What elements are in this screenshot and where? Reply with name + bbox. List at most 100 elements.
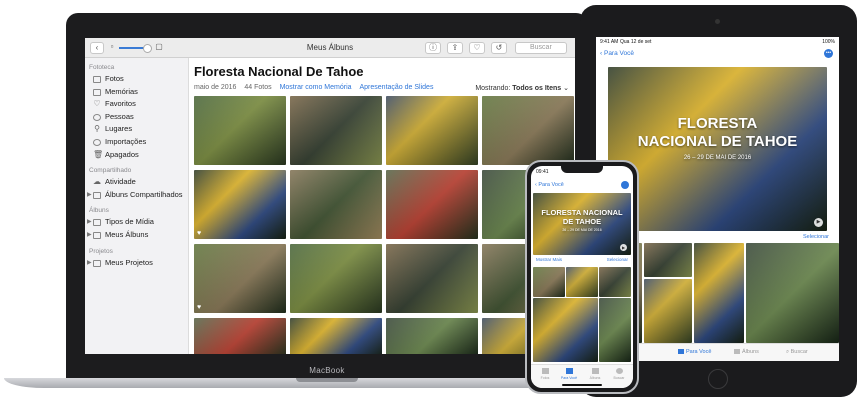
tab-buscar[interactable]: ⌕ Buscar — [786, 349, 808, 356]
tab-fotos[interactable]: Fotos — [535, 368, 555, 380]
memories-icon — [93, 88, 101, 96]
rotate-button[interactable]: ↺ — [491, 42, 507, 54]
photo-thumbnail[interactable] — [599, 267, 631, 297]
showing-value: Todos os Itens — [512, 85, 562, 92]
photo-thumbnail[interactable] — [386, 170, 478, 239]
sidebar-item-pessoas[interactable]: Pessoas — [85, 111, 188, 124]
ipad-status-bar: 9:41 AM Qua 12 de set 100% — [596, 37, 839, 46]
sidebar-item-label: Meus Álbuns — [105, 229, 149, 239]
people-icon — [93, 113, 101, 121]
back-button[interactable]: ‹ Para Você — [535, 182, 564, 188]
photo-thumbnail[interactable] — [194, 318, 286, 354]
photo-thumbnail[interactable] — [566, 267, 598, 297]
memory-hero-photo[interactable]: FLORESTA NACIONAL DE TAHOE 26 – 29 DE MA… — [533, 193, 631, 255]
photo-thumbnail[interactable] — [290, 170, 382, 239]
photo-thumbnail[interactable] — [694, 243, 744, 343]
photo-thumbnail[interactable] — [290, 244, 382, 313]
sidebar-item-label: Tipos de Mídia — [105, 217, 154, 227]
hero-dates: 26 – 29 DE MAI DE 2016 — [683, 155, 752, 161]
folder-icon — [93, 259, 101, 267]
share-button[interactable]: ⇪ — [447, 42, 463, 54]
device-showcase: MacBook ‹ ▫ ▢ Meus Álbuns ⓘ ⇪ ♡ ↺ Buscar… — [0, 0, 860, 402]
tab-albuns[interactable]: Álbuns — [734, 349, 759, 355]
disclosure-triangle-icon[interactable]: ▶ — [87, 189, 92, 202]
photos-icon — [93, 76, 101, 83]
photo-thumbnail[interactable]: ♥ — [194, 170, 286, 239]
disclosure-triangle-icon[interactable]: ▶ — [87, 257, 92, 270]
more-button[interactable] — [621, 181, 629, 189]
show-more-link[interactable]: Mostrar Mais — [536, 257, 562, 262]
back-label: Para Você — [538, 182, 564, 188]
select-button[interactable]: Selecionar — [607, 257, 628, 262]
disclosure-triangle-icon[interactable]: ▶ — [87, 216, 92, 229]
memory-hero-photo[interactable]: FLORESTA NACIONAL DE TAHOE 26 – 29 DE MA… — [608, 67, 827, 231]
sidebar-item-favoritos[interactable]: ♡ Favoritos — [85, 98, 188, 111]
sidebar-section-title: Compartilhado — [89, 167, 132, 175]
sidebar-item-albuns-compartilhados[interactable]: ▶ Álbuns Compartilhados — [85, 189, 188, 202]
back-button[interactable]: ‹ Para Você — [600, 50, 634, 57]
folder-icon — [93, 219, 101, 227]
tab-para-voce[interactable]: Para Você — [559, 368, 579, 380]
sidebar-item-label: Apagados — [105, 149, 139, 159]
sidebar-item-meus-projetos[interactable]: ▶ Meus Projetos — [85, 257, 188, 270]
sidebar-item-lugares[interactable]: ⚲ Lugares — [85, 123, 188, 136]
folder-icon — [93, 231, 101, 239]
album-meta: maio de 2016 44 Fotos Mostrar como Memór… — [194, 84, 433, 91]
macbook-notch — [296, 378, 358, 382]
sidebar-item-label: Lugares — [105, 124, 133, 134]
status-time: 9:41 AM — [600, 39, 619, 45]
info-button[interactable]: ⓘ — [425, 42, 441, 54]
chevron-down-icon: ⌄ — [563, 85, 569, 92]
iphone-screen: 09:41 ‹ Para Você FLORESTA NACIONAL DE T… — [531, 166, 633, 388]
tab-label: Álbuns — [589, 376, 601, 380]
sidebar-item-label: Favoritos — [105, 99, 136, 109]
play-icon[interactable]: ▶ — [814, 218, 823, 227]
favorite-heart-icon: ♥ — [197, 304, 202, 311]
photo-thumbnail[interactable] — [533, 267, 565, 297]
tab-albuns[interactable]: Álbuns — [585, 368, 605, 380]
photo-thumbnail[interactable] — [746, 243, 839, 343]
show-as-memory-link[interactable]: Mostrar como Memória — [280, 84, 352, 91]
more-button[interactable]: ••• — [824, 49, 833, 58]
showing-filter[interactable]: Mostrando: Todos os Itens ⌄ — [475, 84, 569, 92]
tab-para-voce[interactable]: Para Você — [678, 349, 711, 355]
tab-label: Buscar — [613, 376, 625, 380]
sidebar-item-importacoes[interactable]: Importações — [85, 136, 188, 149]
home-indicator[interactable] — [562, 384, 602, 386]
favorite-button[interactable]: ♡ — [469, 42, 485, 54]
photos-toolbar: ‹ ▫ ▢ Meus Álbuns ⓘ ⇪ ♡ ↺ Buscar — [85, 38, 575, 58]
photo-thumbnail[interactable] — [599, 298, 631, 362]
photo-thumbnail[interactable]: ♥ — [194, 244, 286, 313]
tab-label: Para Você — [686, 349, 712, 355]
sidebar-item-meus-albuns[interactable]: ▶ Meus Álbuns — [85, 229, 188, 242]
ipad-home-button[interactable] — [708, 369, 728, 389]
photo-thumbnail[interactable] — [290, 318, 382, 354]
photo-thumbnail[interactable] — [194, 96, 286, 165]
photo-thumbnail[interactable] — [533, 298, 598, 362]
ipad-camera — [715, 19, 720, 24]
sidebar-item-apagados[interactable]: 🗑 Apagados — [85, 149, 188, 162]
sidebar-item-tipos-de-midia[interactable]: ▶ Tipos de Mídia — [85, 216, 188, 229]
photo-thumbnail[interactable] — [386, 318, 478, 354]
hero-dates: 26 – 29 DE MAI DE 2016 — [562, 228, 602, 232]
sidebar-item-fotos[interactable]: Fotos — [85, 73, 188, 86]
sidebar-item-memorias[interactable]: Memórias — [85, 86, 188, 99]
cloud-icon: ☁ — [93, 177, 101, 187]
disclosure-triangle-icon[interactable]: ▶ — [87, 229, 92, 242]
sidebar-item-atividade[interactable]: ☁ Atividade — [85, 176, 188, 189]
for-you-icon — [678, 349, 684, 354]
play-icon[interactable]: ▶ — [620, 244, 627, 251]
photo-thumbnail[interactable] — [386, 244, 478, 313]
heart-icon: ♡ — [473, 43, 481, 52]
photo-thumbnail[interactable] — [644, 243, 692, 277]
clock-icon — [93, 138, 101, 146]
photo-thumbnail[interactable] — [482, 96, 574, 165]
photo-thumbnail[interactable] — [386, 96, 478, 165]
select-button[interactable]: Selecionar — [803, 234, 829, 240]
search-input[interactable]: Buscar — [515, 42, 567, 54]
tab-buscar[interactable]: Buscar — [609, 368, 629, 380]
slideshow-link[interactable]: Apresentação de Slides — [360, 84, 434, 91]
photo-thumbnail[interactable] — [290, 96, 382, 165]
photo-thumbnail[interactable] — [644, 279, 692, 343]
status-battery: 100% — [822, 39, 835, 45]
